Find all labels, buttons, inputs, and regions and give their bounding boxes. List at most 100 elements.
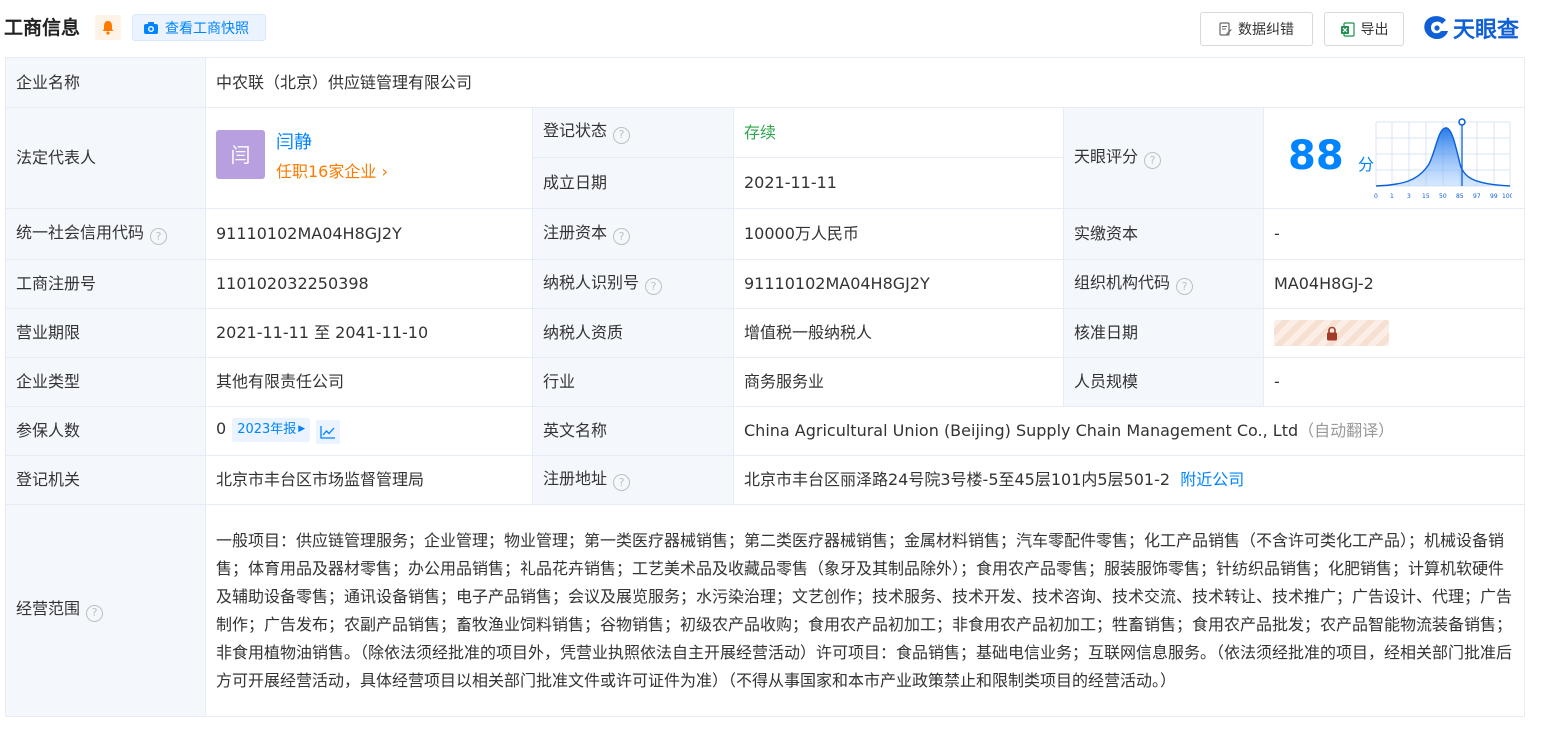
export-button[interactable]: 导出 (1324, 12, 1404, 46)
help-icon[interactable]: ? (86, 604, 104, 622)
label-reg-status-text: 登记状态 (543, 121, 608, 141)
section-title: 工商信息 (4, 17, 81, 39)
score-ticks: 0 1 3 15 50 85 97 99 100 (1374, 193, 1512, 200)
label-org-code-text: 组织机构代码 (1074, 272, 1171, 292)
business-info-table: 企业名称 中农联（北京）供应链管理有限公司 法定代表人 闫 闫静 任职16家企业… (5, 57, 1526, 717)
nearby-companies-link[interactable]: 附近公司 (1180, 470, 1244, 489)
value-approval-date (1262, 308, 1526, 358)
tianyancha-logo: 天眼查 (1422, 13, 1519, 43)
label-taxpayer-id-text: 纳税人识别号 (543, 272, 640, 292)
help-icon[interactable]: ? (613, 126, 631, 144)
score-unit: 分 (1358, 155, 1375, 174)
value-industry: 商务服务业 (733, 357, 1064, 407)
cell-tianyan-score[interactable]: 88 分 0 1 3 15 50 85 97 99 100 (1262, 107, 1526, 209)
value-reg-capital: 10000万人民币 (733, 208, 1064, 260)
label-biz-term: 营业期限 (5, 308, 206, 358)
row-company-type: 企业类型 其他有限责任公司 行业 商务服务业 人员规模 - (5, 357, 1526, 407)
english-name-text: China Agricultural Union (Beijing) Suppl… (744, 421, 1299, 441)
row-insured: 参保人数 0 2023年报 ▶ 英文名称 China Agricultural Un… (5, 406, 1526, 456)
value-org-code: MA04H8GJ-2 (1262, 259, 1526, 309)
score-curve-area (1376, 127, 1510, 186)
edit-doc-icon (1219, 22, 1232, 36)
help-icon[interactable]: ? (150, 228, 168, 246)
reg-address-text: 北京市丰台区丽泽路24号院3号楼-5至45层101内5层501-2 (744, 470, 1171, 490)
label-reg-capital-text: 注册资本 (543, 222, 608, 242)
vip-lock-button[interactable] (1274, 320, 1389, 346)
avatar[interactable]: 闫 (216, 130, 265, 179)
row-company-name: 企业名称 中农联（北京）供应链管理有限公司 (5, 57, 1526, 108)
camera-icon (144, 21, 158, 34)
score-tick: 85 (1456, 193, 1464, 200)
data-correction-label: 数据纠错 (1238, 22, 1294, 38)
snapshot-label: 查看工商快照 (165, 20, 249, 37)
value-reg-authority: 北京市丰台区市场监督管理局 (205, 455, 533, 505)
label-taxpayer-type: 纳税人资质 (532, 308, 734, 358)
score-tick: 97 (1473, 193, 1481, 200)
follow-button[interactable] (95, 15, 121, 40)
row-biz-term: 营业期限 2021-11-11 至 2041-11-10 纳税人资质 增值税一般… (5, 308, 1526, 358)
help-icon[interactable]: ? (613, 474, 631, 492)
auto-translate-note: （自动翻译） (1298, 421, 1395, 441)
value-biz-scope: 一般项目：供应链管理服务；企业管理；物业管理；第一类医疗器械销售；第二类医疗器械… (204, 504, 1526, 717)
row-biz-scope: 经营范围? 一般项目：供应链管理服务；企业管理；物业管理；第一类医疗器械销售；第… (5, 504, 1526, 717)
label-reg-address: 注册地址? (532, 455, 734, 505)
help-icon[interactable]: ? (1176, 278, 1194, 296)
logo-text: 天眼查 (1453, 18, 1520, 43)
label-company-type: 企业类型 (5, 357, 206, 407)
label-reg-status: 登记状态? (532, 107, 734, 158)
legal-rep-name-link[interactable]: 闫静 (276, 132, 312, 154)
data-correction-button[interactable]: 数据纠错 (1200, 12, 1313, 46)
label-staff-size: 人员规模 (1063, 357, 1264, 407)
row-reg-authority: 登记机关 北京市丰台区市场监督管理局 注册地址? 北京市丰台区丽泽路24号院3号… (5, 455, 1526, 505)
snapshot-button[interactable]: 查看工商快照 (132, 14, 266, 41)
label-credit-code: 统一社会信用代码? (5, 208, 206, 260)
label-approval-date: 核准日期 (1063, 308, 1264, 358)
annual-report-label: 2023年报 (237, 422, 297, 438)
help-icon[interactable]: ? (613, 228, 631, 246)
label-tianyan-score-text: 天眼评分 (1074, 146, 1139, 166)
value-reg-no: 110102032250398 (205, 259, 533, 309)
row-legal-rep: 法定代表人 闫 闫静 任职16家企业 › 登记状态? 存续 天眼评分? 88 分 (5, 107, 1526, 209)
trend-chart-button[interactable] (316, 420, 341, 445)
label-reg-capital: 注册资本? (532, 208, 734, 260)
value-company-type: 其他有限责任公司 (205, 357, 533, 407)
chevron-right-icon: › (376, 162, 388, 181)
label-taxpayer-id: 纳税人识别号? (532, 259, 734, 309)
score-value: 88 (1288, 133, 1344, 179)
caret-right-icon: ▶ (298, 424, 306, 435)
export-label: 导出 (1360, 22, 1389, 38)
score-tick: 0 (1374, 193, 1378, 200)
label-paid-capital: 实缴资本 (1063, 208, 1264, 260)
label-org-code: 组织机构代码? (1063, 259, 1264, 309)
logo-eye-icon (1424, 16, 1448, 39)
label-est-date: 成立日期 (532, 157, 734, 209)
help-icon[interactable]: ? (645, 278, 663, 296)
value-staff-size: - (1262, 357, 1526, 407)
label-biz-scope-text: 经营范围 (16, 599, 81, 619)
label-industry: 行业 (532, 357, 734, 407)
value-credit-code: 91110102MA04H8GJ2Y (205, 208, 533, 260)
excel-icon (1340, 21, 1355, 37)
annual-report-badge[interactable]: 2023年报 ▶ (232, 417, 311, 442)
value-reg-address: 北京市丰台区丽泽路24号院3号楼-5至45层101内5层501-2 附近公司 (732, 455, 1526, 505)
value-reg-status: 存续 (733, 107, 1064, 158)
value-company-name: 中农联（北京）供应链管理有限公司 (204, 57, 1526, 108)
section-header: 工商信息 查看工商快照 数据纠错 导出 天眼查 (0, 0, 1551, 56)
label-tianyan-score: 天眼评分? (1063, 107, 1264, 209)
score-marker-dot (1458, 118, 1466, 126)
help-icon[interactable]: ? (1144, 152, 1162, 170)
score-tick: 1 (1390, 193, 1394, 200)
score-tick: 99 (1490, 193, 1498, 200)
label-reg-address-text: 注册地址 (543, 468, 608, 488)
cell-legal-rep: 闫 闫静 任职16家企业 › (205, 107, 533, 209)
score-tick: 50 (1439, 193, 1447, 200)
value-english-name: China Agricultural Union (Beijing) Suppl… (732, 406, 1526, 456)
value-paid-capital: - (1262, 208, 1526, 260)
legal-rep-positions-link[interactable]: 任职16家企业 › (276, 162, 388, 181)
score-tick: 100 (1502, 193, 1512, 200)
legal-rep-positions-label: 任职16家企业 (276, 162, 377, 181)
label-company-name: 企业名称 (5, 57, 206, 108)
score-distribution-chart: 0 1 3 15 50 85 97 99 100 (1374, 118, 1512, 200)
label-english-name: 英文名称 (532, 406, 734, 456)
line-chart-icon (320, 426, 336, 439)
